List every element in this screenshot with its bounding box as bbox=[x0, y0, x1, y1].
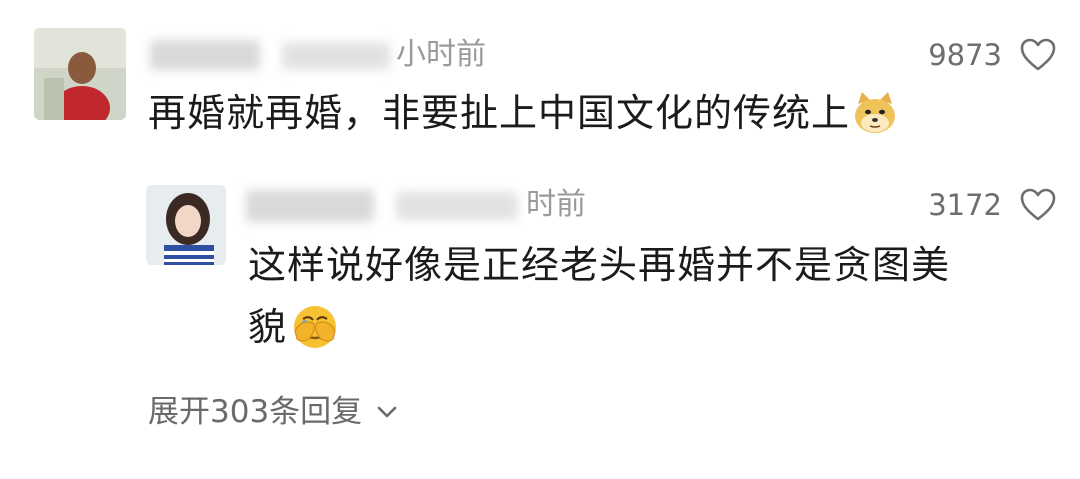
timestamp-suffix: 时前 bbox=[526, 187, 586, 222]
comment-text: 这样说好像是正经老头再婚并不是贪图美 貌 bbox=[248, 234, 1048, 358]
chevron-down-icon bbox=[377, 406, 397, 418]
comment-text-content: 再婚就再婚，非要扯上中国文化的传统上 bbox=[148, 91, 851, 135]
avatar[interactable] bbox=[34, 28, 126, 120]
comment-text-line: 貌 bbox=[248, 296, 1048, 358]
expand-replies-button[interactable]: 展开303条回复 bbox=[148, 390, 398, 434]
facepalm-crying-emoji bbox=[294, 306, 337, 348]
doge-emoji bbox=[855, 92, 896, 133]
username[interactable] bbox=[150, 40, 260, 70]
heart-icon[interactable] bbox=[1020, 38, 1056, 72]
comment-text-line: 这样说好像是正经老头再婚并不是贪图美 bbox=[248, 243, 951, 287]
timestamp-blurred bbox=[282, 42, 390, 70]
comment-text-content: 貌 bbox=[248, 305, 288, 349]
avatar-image bbox=[34, 28, 126, 120]
like-count: 9873 bbox=[928, 38, 1002, 72]
like-count: 3172 bbox=[928, 188, 1002, 222]
expand-replies-label: 展开303条回复 bbox=[148, 394, 363, 430]
avatar[interactable] bbox=[146, 185, 226, 265]
comment-text: 再婚就再婚，非要扯上中国文化的传统上 bbox=[148, 82, 898, 144]
username[interactable] bbox=[246, 190, 374, 222]
avatar-image bbox=[146, 185, 226, 265]
timestamp-blurred bbox=[396, 192, 518, 220]
timestamp-suffix: 小时前 bbox=[396, 37, 486, 72]
heart-icon[interactable] bbox=[1020, 188, 1056, 222]
